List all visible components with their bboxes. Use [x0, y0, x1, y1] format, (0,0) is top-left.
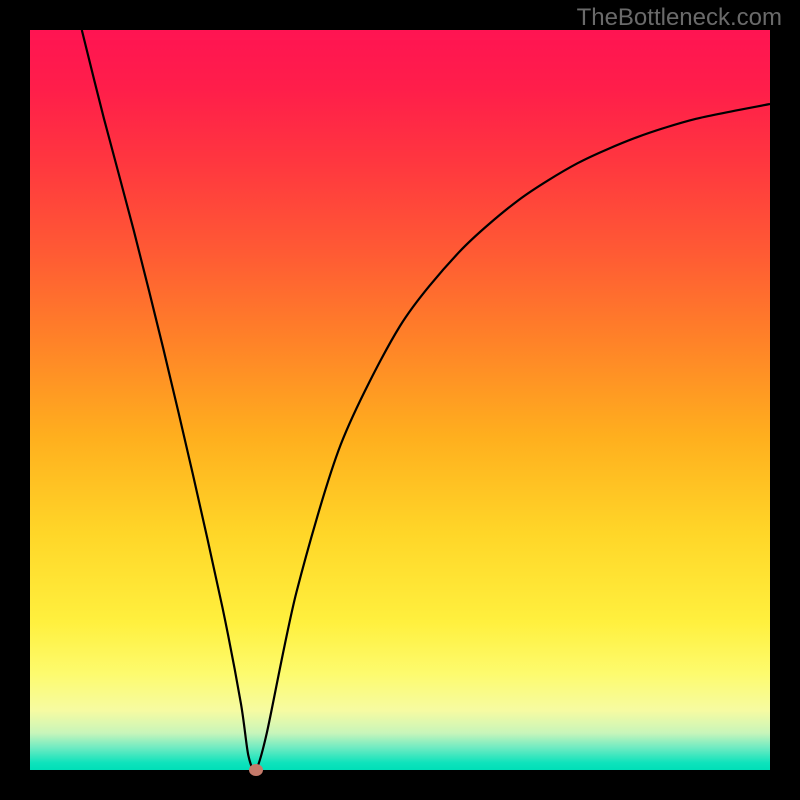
watermark-text: TheBottleneck.com [577, 4, 782, 32]
minimum-marker [249, 764, 263, 776]
plot-area [30, 30, 770, 770]
curve-svg [30, 30, 770, 770]
bottleneck-curve [82, 30, 770, 770]
